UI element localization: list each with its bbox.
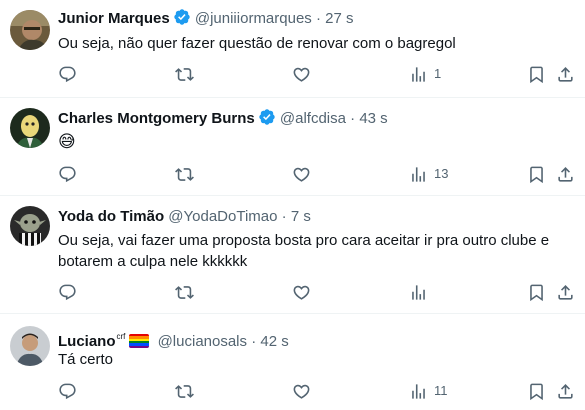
verified-badge-icon [173,8,191,26]
timestamp[interactable]: 7 s [291,208,311,225]
name-suffix: crf [116,332,126,341]
action-bar: 13 [0,163,585,185]
views-count: 1 [434,66,442,81]
username[interactable]: @alfcdisa [280,110,346,127]
tweet[interactable]: Junior Marques @juniiiormarques · 27 s O… [0,0,585,98]
bookmark-button[interactable] [527,281,546,303]
bookmark-icon [527,283,546,302]
avatar[interactable] [10,326,50,366]
views-button[interactable]: 1 [409,63,441,85]
views-button[interactable]: 13 [409,163,448,185]
share-icon [556,382,575,401]
username[interactable]: @juniiiormarques [195,10,312,27]
action-bar: 11 [0,380,585,402]
reply-button[interactable] [58,163,77,185]
like-icon [292,382,311,401]
share-button[interactable] [556,380,575,402]
tweet-header: Junior Marques @juniiiormarques · 27 s [58,8,354,28]
tweet-header: Charles Montgomery Burns @alfcdisa · 43 … [58,108,388,128]
views-count: 11 [434,383,448,398]
verified-badge-icon [258,108,276,126]
action-bar [0,281,585,303]
display-name[interactable]: Junior Marques [58,10,170,27]
views-icon [409,165,428,184]
views-count: 13 [434,166,449,181]
reply-button[interactable] [58,380,77,402]
bookmark-icon [527,382,546,401]
like-button[interactable] [292,281,311,303]
like-icon [292,65,311,84]
retweet-button[interactable] [175,63,194,85]
views-icon [409,65,428,84]
rainbow-flag-icon [129,334,150,348]
views-button[interactable] [409,281,434,303]
reply-icon [58,283,77,302]
like-icon [292,165,311,184]
reply-button[interactable] [58,281,77,303]
tweet-text-line-1: Ou seja, vai fazer uma proposta bosta pr… [58,232,550,249]
bookmark-button[interactable] [527,380,546,402]
timestamp[interactable]: 27 s [325,10,353,27]
share-button[interactable] [556,63,575,85]
reply-icon [58,165,77,184]
share-icon [556,165,575,184]
views-icon [409,283,428,302]
separator: · [281,208,287,225]
reply-icon [58,382,77,401]
timestamp[interactable]: 43 s [359,110,387,127]
action-bar: 1 [0,63,585,85]
retweet-button[interactable] [175,163,194,185]
like-button[interactable] [292,163,311,185]
share-button[interactable] [556,163,575,185]
tweet[interactable]: Charles Montgomery Burns @alfcdisa · 43 … [0,98,585,196]
tweet[interactable]: Yoda do Timão @YodaDoTimao · 7 s Ou seja… [0,196,585,314]
retweet-button[interactable] [175,281,194,303]
avatar[interactable] [10,10,50,50]
views-button[interactable]: 11 [409,380,448,402]
bookmark-button[interactable] [527,63,546,85]
share-button[interactable] [556,281,575,303]
retweet-icon [175,165,194,184]
bookmark-icon [527,65,546,84]
tweet-text: Tá certo [58,351,114,368]
tweet-text-line-2: botarem a culpa nele kkkkkk [58,253,248,270]
bookmark-button[interactable] [527,163,546,185]
tweet-emoji: 😅 [58,132,76,151]
reply-icon [58,65,77,84]
avatar[interactable] [10,206,50,246]
retweet-icon [175,382,194,401]
display-name[interactable]: Yoda do Timão [58,208,164,225]
retweet-button[interactable] [175,380,194,402]
like-icon [292,283,311,302]
display-name[interactable]: Charles Montgomery Burns [58,110,255,127]
share-icon [556,283,575,302]
tweet[interactable]: Lucianocrf @lucianosals · 42 s Tá certo … [0,314,585,410]
views-icon [409,382,428,401]
like-button[interactable] [292,63,311,85]
tweet-header: Lucianocrf @lucianosals · 42 s [58,327,289,350]
tweet-header: Yoda do Timão @YodaDoTimao · 7 s [58,207,311,227]
share-icon [556,65,575,84]
username[interactable]: @YodaDoTimao [168,208,277,225]
reply-button[interactable] [58,63,77,85]
bookmark-icon [527,165,546,184]
separator: · [350,110,356,127]
like-button[interactable] [292,380,311,402]
avatar[interactable] [10,108,50,148]
tweet-text: Ou seja, não quer fazer questão de renov… [58,35,456,52]
retweet-icon [175,65,194,84]
retweet-icon [175,283,194,302]
separator: · [315,10,321,27]
